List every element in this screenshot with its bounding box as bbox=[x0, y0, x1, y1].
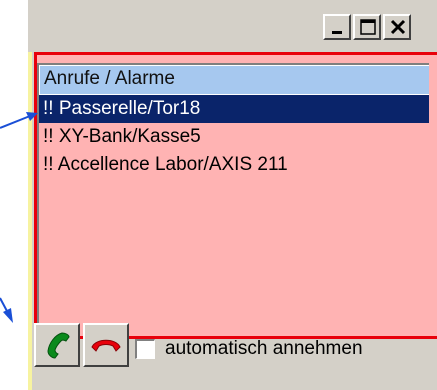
minimize-icon bbox=[332, 31, 342, 34]
phone-hangup-icon bbox=[91, 339, 121, 352]
close-button[interactable] bbox=[383, 14, 411, 40]
arrow-head-bottom bbox=[3, 308, 13, 323]
list-header[interactable]: Anrufe / Alarme bbox=[39, 65, 429, 95]
calls-alarms-list[interactable]: Anrufe / Alarme !! Passerelle/Tor18 !! X… bbox=[37, 63, 429, 325]
arrow-line-top bbox=[0, 115, 31, 129]
list-item[interactable]: !! Accellence Labor/AXIS 211 bbox=[39, 151, 429, 179]
hangup-call-button[interactable] bbox=[83, 323, 129, 367]
auto-answer-label: automatisch annehmen bbox=[165, 338, 363, 359]
maximize-icon bbox=[360, 19, 376, 35]
caption-buttons bbox=[323, 14, 411, 40]
close-icon bbox=[390, 19, 406, 35]
call-toolbar: automatisch annehmen bbox=[34, 323, 363, 367]
arrow-line-bottom bbox=[0, 297, 9, 314]
list-item[interactable]: !! XY-Bank/Kasse5 bbox=[39, 123, 429, 151]
list-item[interactable]: !! Passerelle/Tor18 bbox=[39, 95, 429, 123]
minimize-button[interactable] bbox=[323, 14, 351, 40]
auto-answer-checkbox[interactable] bbox=[135, 339, 155, 359]
window-left-edge bbox=[28, 52, 32, 390]
accept-call-button[interactable] bbox=[34, 323, 80, 367]
phone-accept-icon bbox=[47, 332, 70, 359]
maximize-button[interactable] bbox=[353, 14, 381, 40]
